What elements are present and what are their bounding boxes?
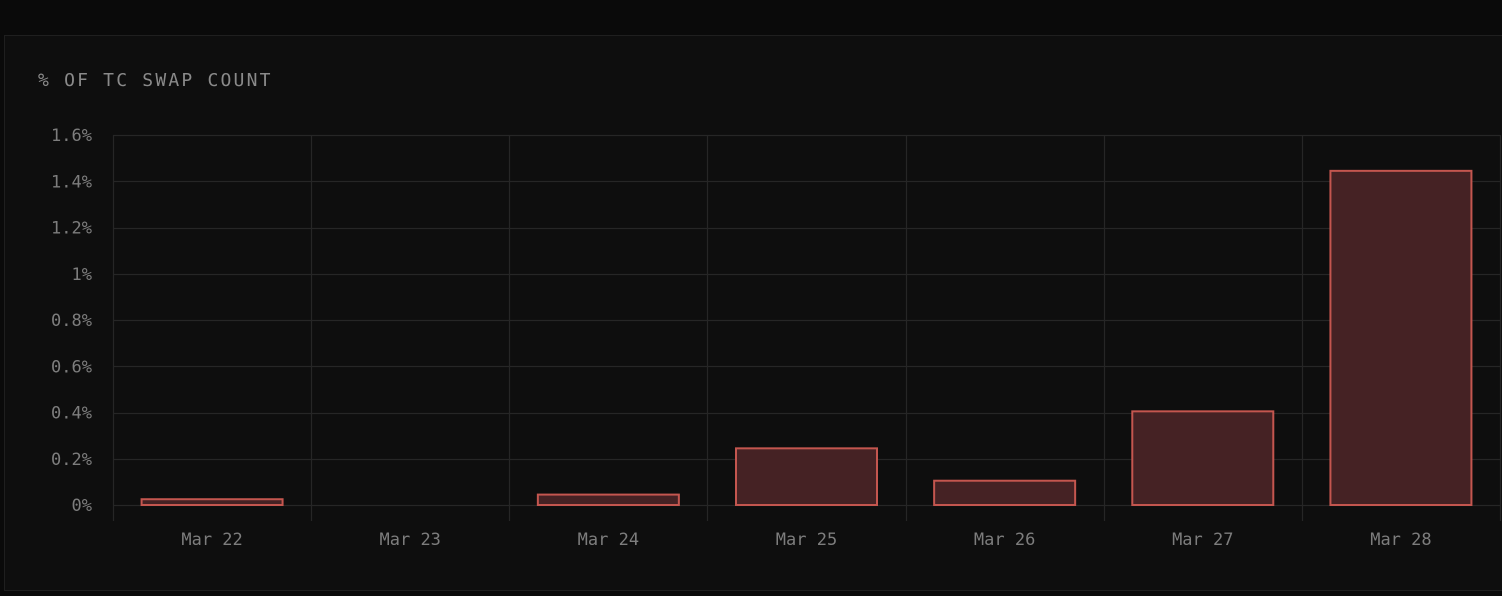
y-tick-label: 1.4%	[51, 172, 92, 192]
y-tick-label: 0.4%	[51, 404, 92, 424]
bar[interactable]	[1329, 169, 1473, 506]
x-tick-label: Mar 22	[181, 530, 242, 550]
x-axis: Mar 22 Mar 23 Mar 24 Mar 25 Mar 26 Mar 27 Mar …	[181, 530, 1431, 550]
y-tick-label: 0.6%	[51, 357, 92, 377]
y-axis: 0% 0.2% 0.4% 0.6% 0.8% 1% 1.2% 1.4% 1.6%	[51, 126, 92, 516]
x-tick-label: Mar 28	[1370, 530, 1431, 550]
bar[interactable]	[140, 498, 284, 506]
bar-layer	[140, 169, 1473, 506]
y-tick-label: 1.2%	[51, 219, 92, 239]
x-tick-label: Mar 23	[380, 530, 441, 550]
bar[interactable]	[933, 479, 1077, 506]
x-tick-label: Mar 25	[776, 530, 837, 550]
bar[interactable]	[1131, 410, 1275, 506]
bar[interactable]	[735, 447, 878, 506]
bar-chart: 0%0.2%0.4%0.6%0.8%1%1.2%1.4%1.6% Mar 22 M…	[51, 126, 1502, 550]
bar[interactable]	[536, 493, 680, 506]
y-tick-label: 1%	[72, 265, 92, 285]
y-tick-label: 1.6%	[51, 126, 92, 146]
y-tick-label: 0.2%	[51, 450, 92, 470]
y-tick-label: 0.8%	[51, 311, 92, 331]
x-tick-label: Mar 27	[1172, 530, 1233, 550]
y-tick-label: 0%	[72, 496, 92, 516]
x-tick-label: Mar 26	[974, 530, 1035, 550]
x-tick-label: Mar 24	[578, 530, 639, 550]
